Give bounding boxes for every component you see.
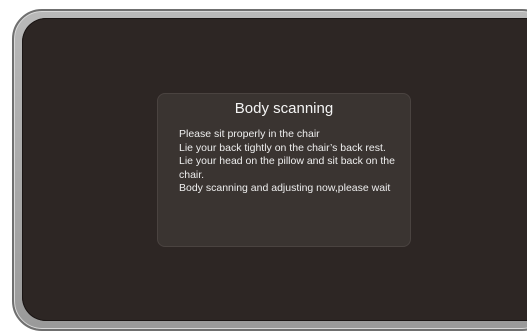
instruction-head-pillow: Lie your head on the pillow and sit back… <box>179 155 395 181</box>
instruction-back-rest: Lie your back tightly on the chair’s bac… <box>179 141 386 154</box>
dialog-body: Please sit properly in the chair Lie you… <box>179 128 400 196</box>
body-scanning-dialog: Body scanning Please sit properly in the… <box>157 93 411 247</box>
status-scanning: Body scanning and adjusting now,please w… <box>179 182 391 194</box>
dialog-title: Body scanning <box>234 100 334 117</box>
instruction-sit-properly: Please sit properly in the chair <box>179 128 320 140</box>
